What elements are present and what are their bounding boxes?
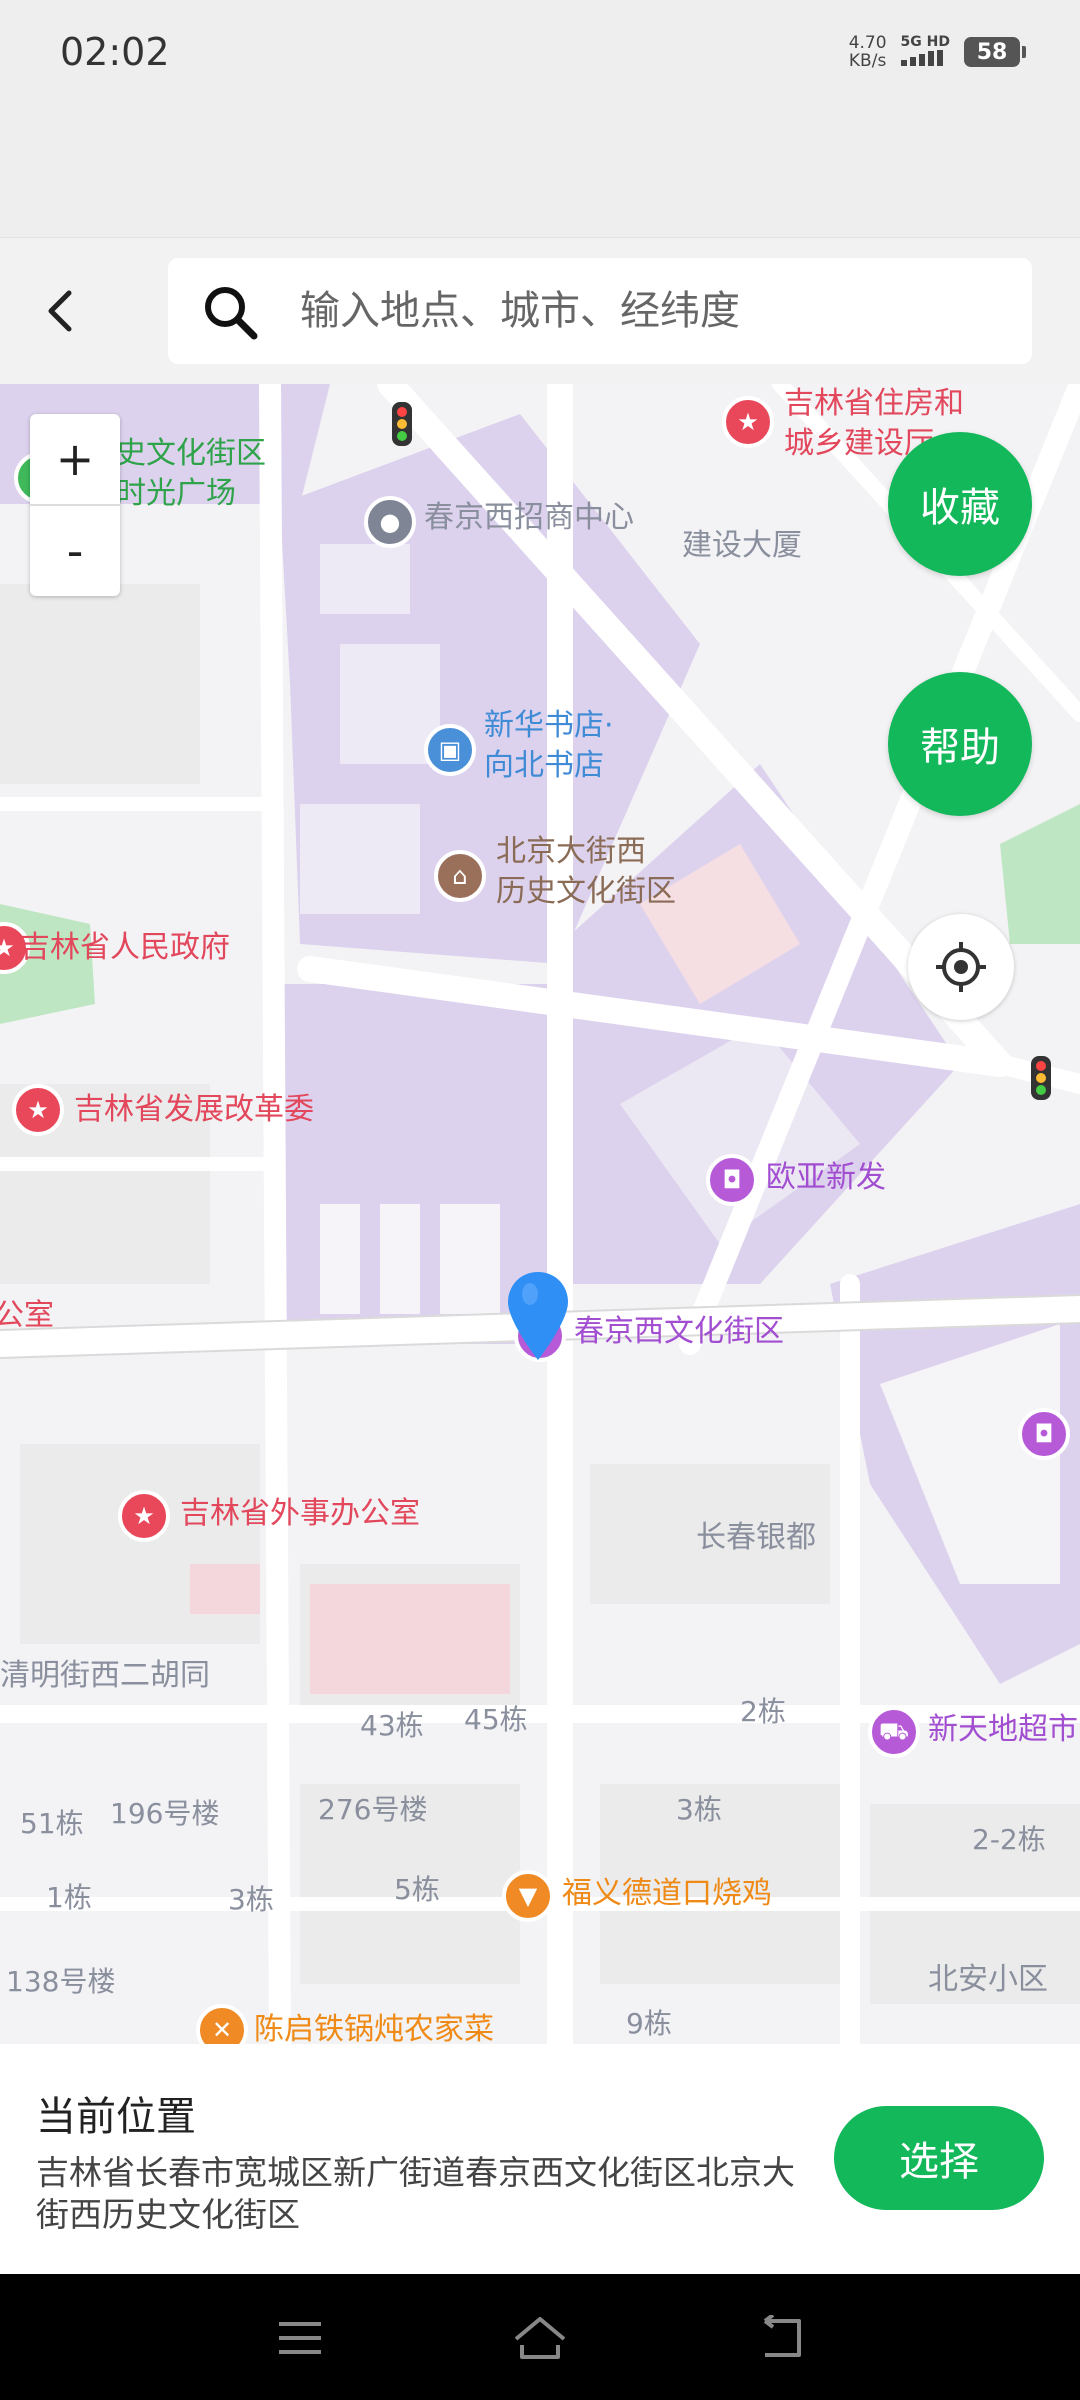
shopping-poi-icon: ◘	[706, 1154, 758, 1206]
poi-label[interactable]: 吉林省外事办公室	[180, 1494, 420, 1534]
traffic-light-icon	[392, 402, 412, 446]
poi-label[interactable]: 清明街西二胡同	[0, 1656, 210, 1696]
shopping-poi-icon: ◘	[1018, 1408, 1070, 1460]
back-button[interactable]	[30, 278, 90, 344]
locate-icon	[936, 942, 986, 992]
poi-label[interactable]: 北京大街西 历史文化街区	[496, 832, 676, 912]
poi-label[interactable]: 北安小区	[928, 1960, 1048, 2000]
poi-label[interactable]: 43栋	[360, 1706, 424, 1746]
speed-unit: KB/s	[848, 51, 887, 71]
home-icon	[514, 2317, 566, 2359]
poi-label[interactable]: 公室	[0, 1296, 54, 1336]
poi-label[interactable]: 陈启铁锅炖农家菜	[254, 2010, 494, 2044]
poi-label[interactable]: 春京西文化街区	[574, 1312, 784, 1352]
poi-label[interactable]: 吉林省人民政府	[20, 928, 230, 968]
poi-label[interactable]: 51栋	[20, 1804, 84, 1844]
help-button[interactable]: 帮助	[888, 672, 1032, 816]
poi-label[interactable]: 长春银都	[696, 1518, 816, 1558]
poi-label[interactable]: 196号楼	[110, 1794, 219, 1834]
back-arrow-icon	[48, 290, 72, 332]
poi-label[interactable]: 史文化街区 时光广场	[116, 434, 266, 514]
poi-label[interactable]: 福义德道口烧鸡	[562, 1874, 772, 1914]
back-nav-button[interactable]	[754, 2310, 810, 2366]
zoom-out-button[interactable]: -	[30, 506, 120, 596]
poi-label[interactable]: 276号楼	[318, 1790, 427, 1830]
poi-label[interactable]: 1栋	[46, 1878, 92, 1918]
current-location-address: 吉林省长春市宽城区新广街道春京西文化街区北京大街西历史文化街区	[36, 2153, 795, 2234]
heritage-poi-icon: ⌂	[434, 850, 486, 902]
system-nav-bar	[0, 2274, 1080, 2400]
speed-value: 4.70	[848, 33, 887, 53]
menu-icon	[279, 2322, 321, 2354]
signal-bars-icon	[900, 50, 943, 66]
poi-label[interactable]: 3栋	[228, 1880, 274, 1920]
search-input[interactable]	[300, 258, 1000, 364]
current-location-panel: 当前位置 吉林省长春市宽城区新广街道春京西文化街区北京大街西历史文化街区 选择	[0, 2044, 1080, 2274]
status-indicators: 4.70 KB/s 5G HD 58	[849, 34, 1026, 70]
poi-label[interactable]: 2-2栋	[972, 1820, 1046, 1860]
office-poi-icon: ●	[364, 496, 416, 548]
poi-label[interactable]: 新天地超市	[928, 1710, 1078, 1750]
search-box[interactable]	[168, 258, 1032, 364]
poi-label[interactable]: 欧亚新发	[766, 1158, 886, 1198]
poi-label[interactable]: 新华书店· 向北书店	[484, 706, 614, 786]
poi-label[interactable]: 138号楼	[6, 1962, 115, 2002]
menu-button[interactable]	[272, 2310, 328, 2366]
poi-label[interactable]: 3栋	[676, 1790, 722, 1830]
search-header	[0, 238, 1080, 384]
zoom-in-button[interactable]: +	[30, 414, 120, 504]
poi-label[interactable]: 春京西招商中心	[424, 498, 634, 538]
traffic-light-icon	[1031, 1056, 1051, 1100]
government-poi-icon: ★	[12, 1084, 64, 1136]
poi-label[interactable]: 建设大厦	[682, 526, 802, 566]
current-location-title: 当前位置	[36, 2094, 196, 2140]
select-button[interactable]: 选择	[834, 2106, 1044, 2210]
home-button[interactable]	[512, 2310, 568, 2366]
bookstore-poi-icon: ▣	[424, 724, 476, 776]
map-view[interactable]: ★ 吉林省住房和 城乡建设厅 史文化街区 时光广场 ● 春京西招商中心 建设大厦 ▣…	[0, 384, 1080, 2044]
supermarket-poi-icon: ⛟	[868, 1706, 920, 1758]
location-pin-icon	[508, 1272, 568, 1360]
poi-label[interactable]: 2栋	[740, 1692, 786, 1732]
poi-label[interactable]: 吉林省发展改革委	[74, 1090, 314, 1130]
signal-indicator: 5G HD	[900, 34, 950, 70]
restaurant-poi-icon: ▼	[502, 1870, 554, 1922]
zoom-control: + -	[30, 414, 120, 596]
poi-label[interactable]: 5栋	[394, 1870, 440, 1910]
government-poi-icon: ★	[118, 1490, 170, 1542]
back-icon	[763, 2315, 801, 2357]
favorite-button[interactable]: 收藏	[888, 432, 1032, 576]
status-bar: 02:02 4.70 KB/s 5G HD 58	[0, 0, 1080, 110]
header-spacer	[0, 110, 1080, 238]
government-poi-icon: ★	[722, 396, 774, 448]
battery-indicator: 58	[964, 37, 1026, 67]
network-speed: 4.70 KB/s	[849, 34, 887, 70]
poi-label[interactable]: 9栋	[626, 2004, 672, 2044]
poi-label[interactable]: 45栋	[464, 1700, 528, 1740]
search-icon	[205, 287, 258, 340]
network-type: 5G HD	[900, 34, 950, 50]
status-time: 02:02	[60, 30, 170, 74]
locate-button[interactable]	[908, 914, 1014, 1020]
